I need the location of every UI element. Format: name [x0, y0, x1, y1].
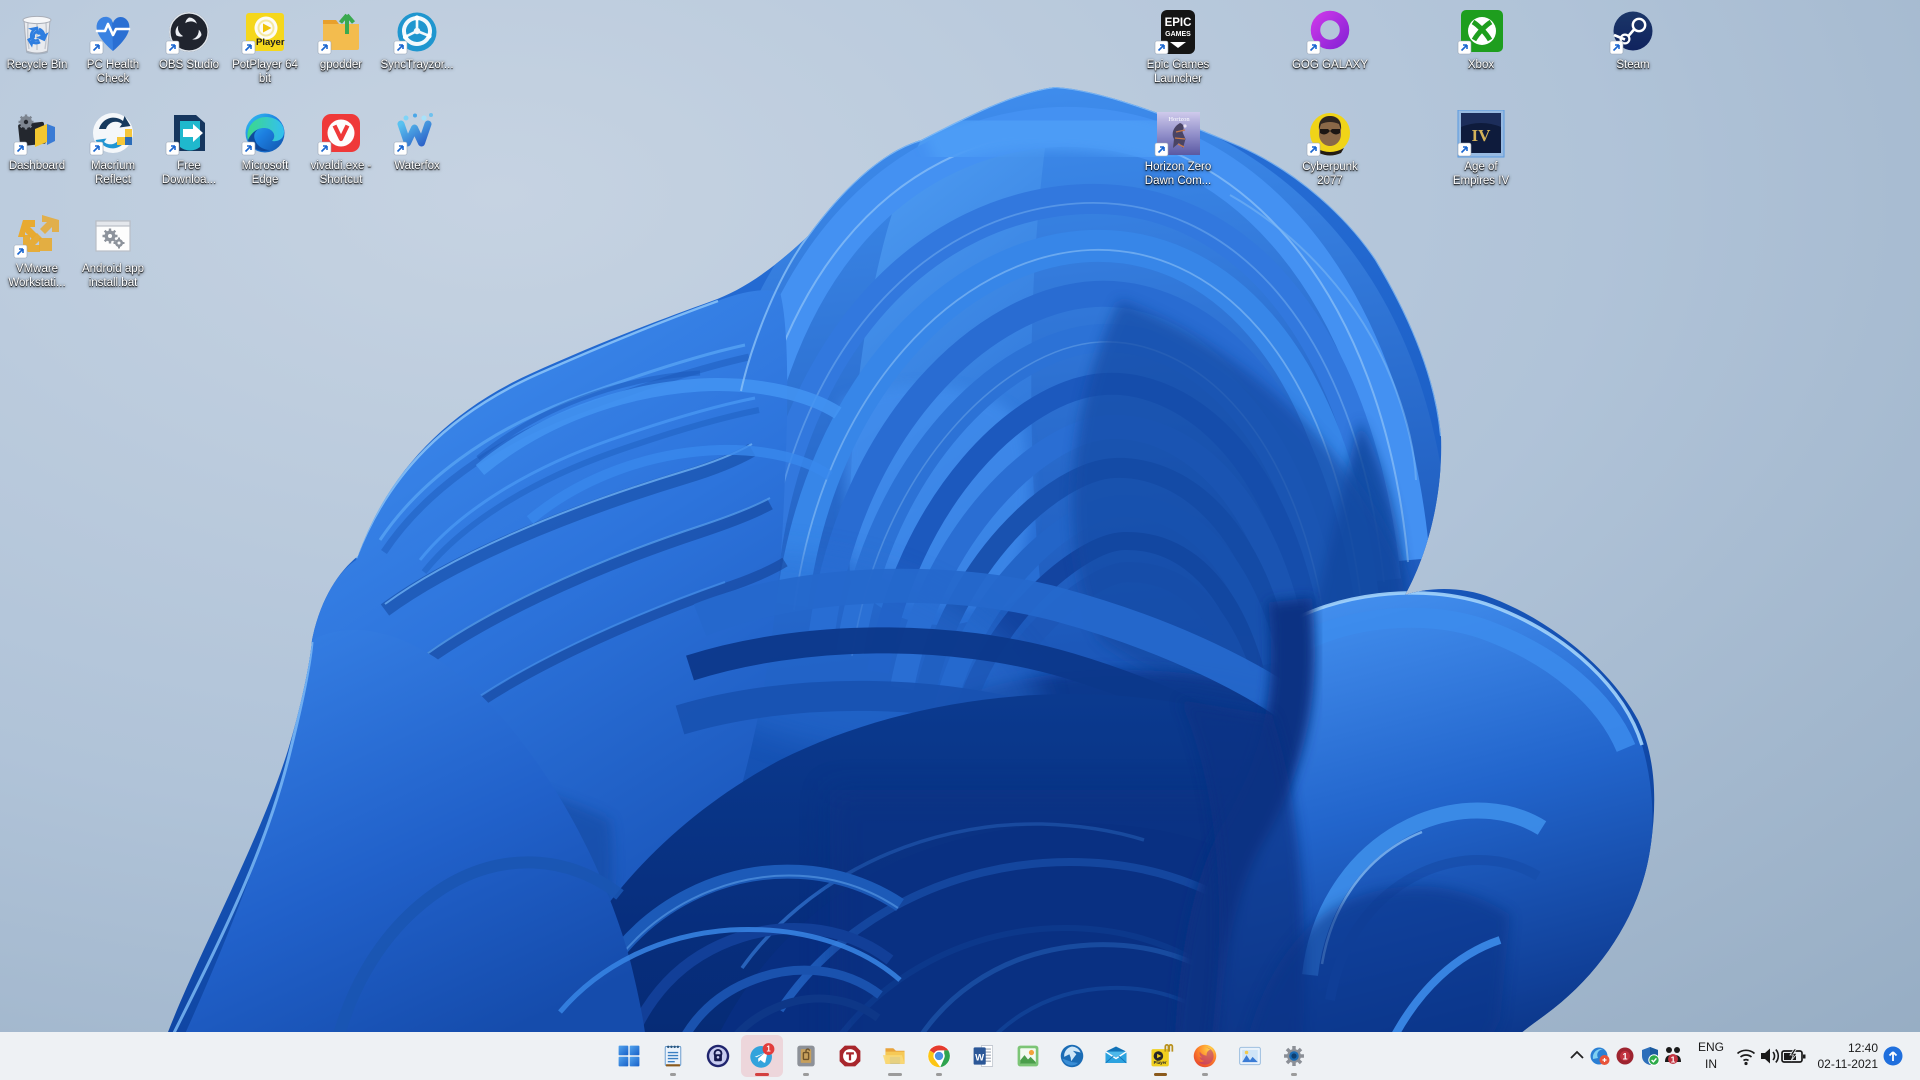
svg-text:1: 1 — [1671, 1054, 1676, 1064]
svg-text:1: 1 — [1622, 1052, 1627, 1062]
svg-text:1: 1 — [766, 1045, 771, 1054]
svg-text:Player: Player — [1154, 1060, 1167, 1065]
svg-text:EPIC: EPIC — [1165, 17, 1192, 29]
svg-text:W: W — [975, 1052, 984, 1063]
svg-text:IV: IV — [1472, 126, 1492, 145]
svg-text:Player: Player — [256, 37, 285, 48]
svg-text:GAMES: GAMES — [1165, 31, 1191, 38]
svg-text:Horizon: Horizon — [1168, 116, 1190, 123]
